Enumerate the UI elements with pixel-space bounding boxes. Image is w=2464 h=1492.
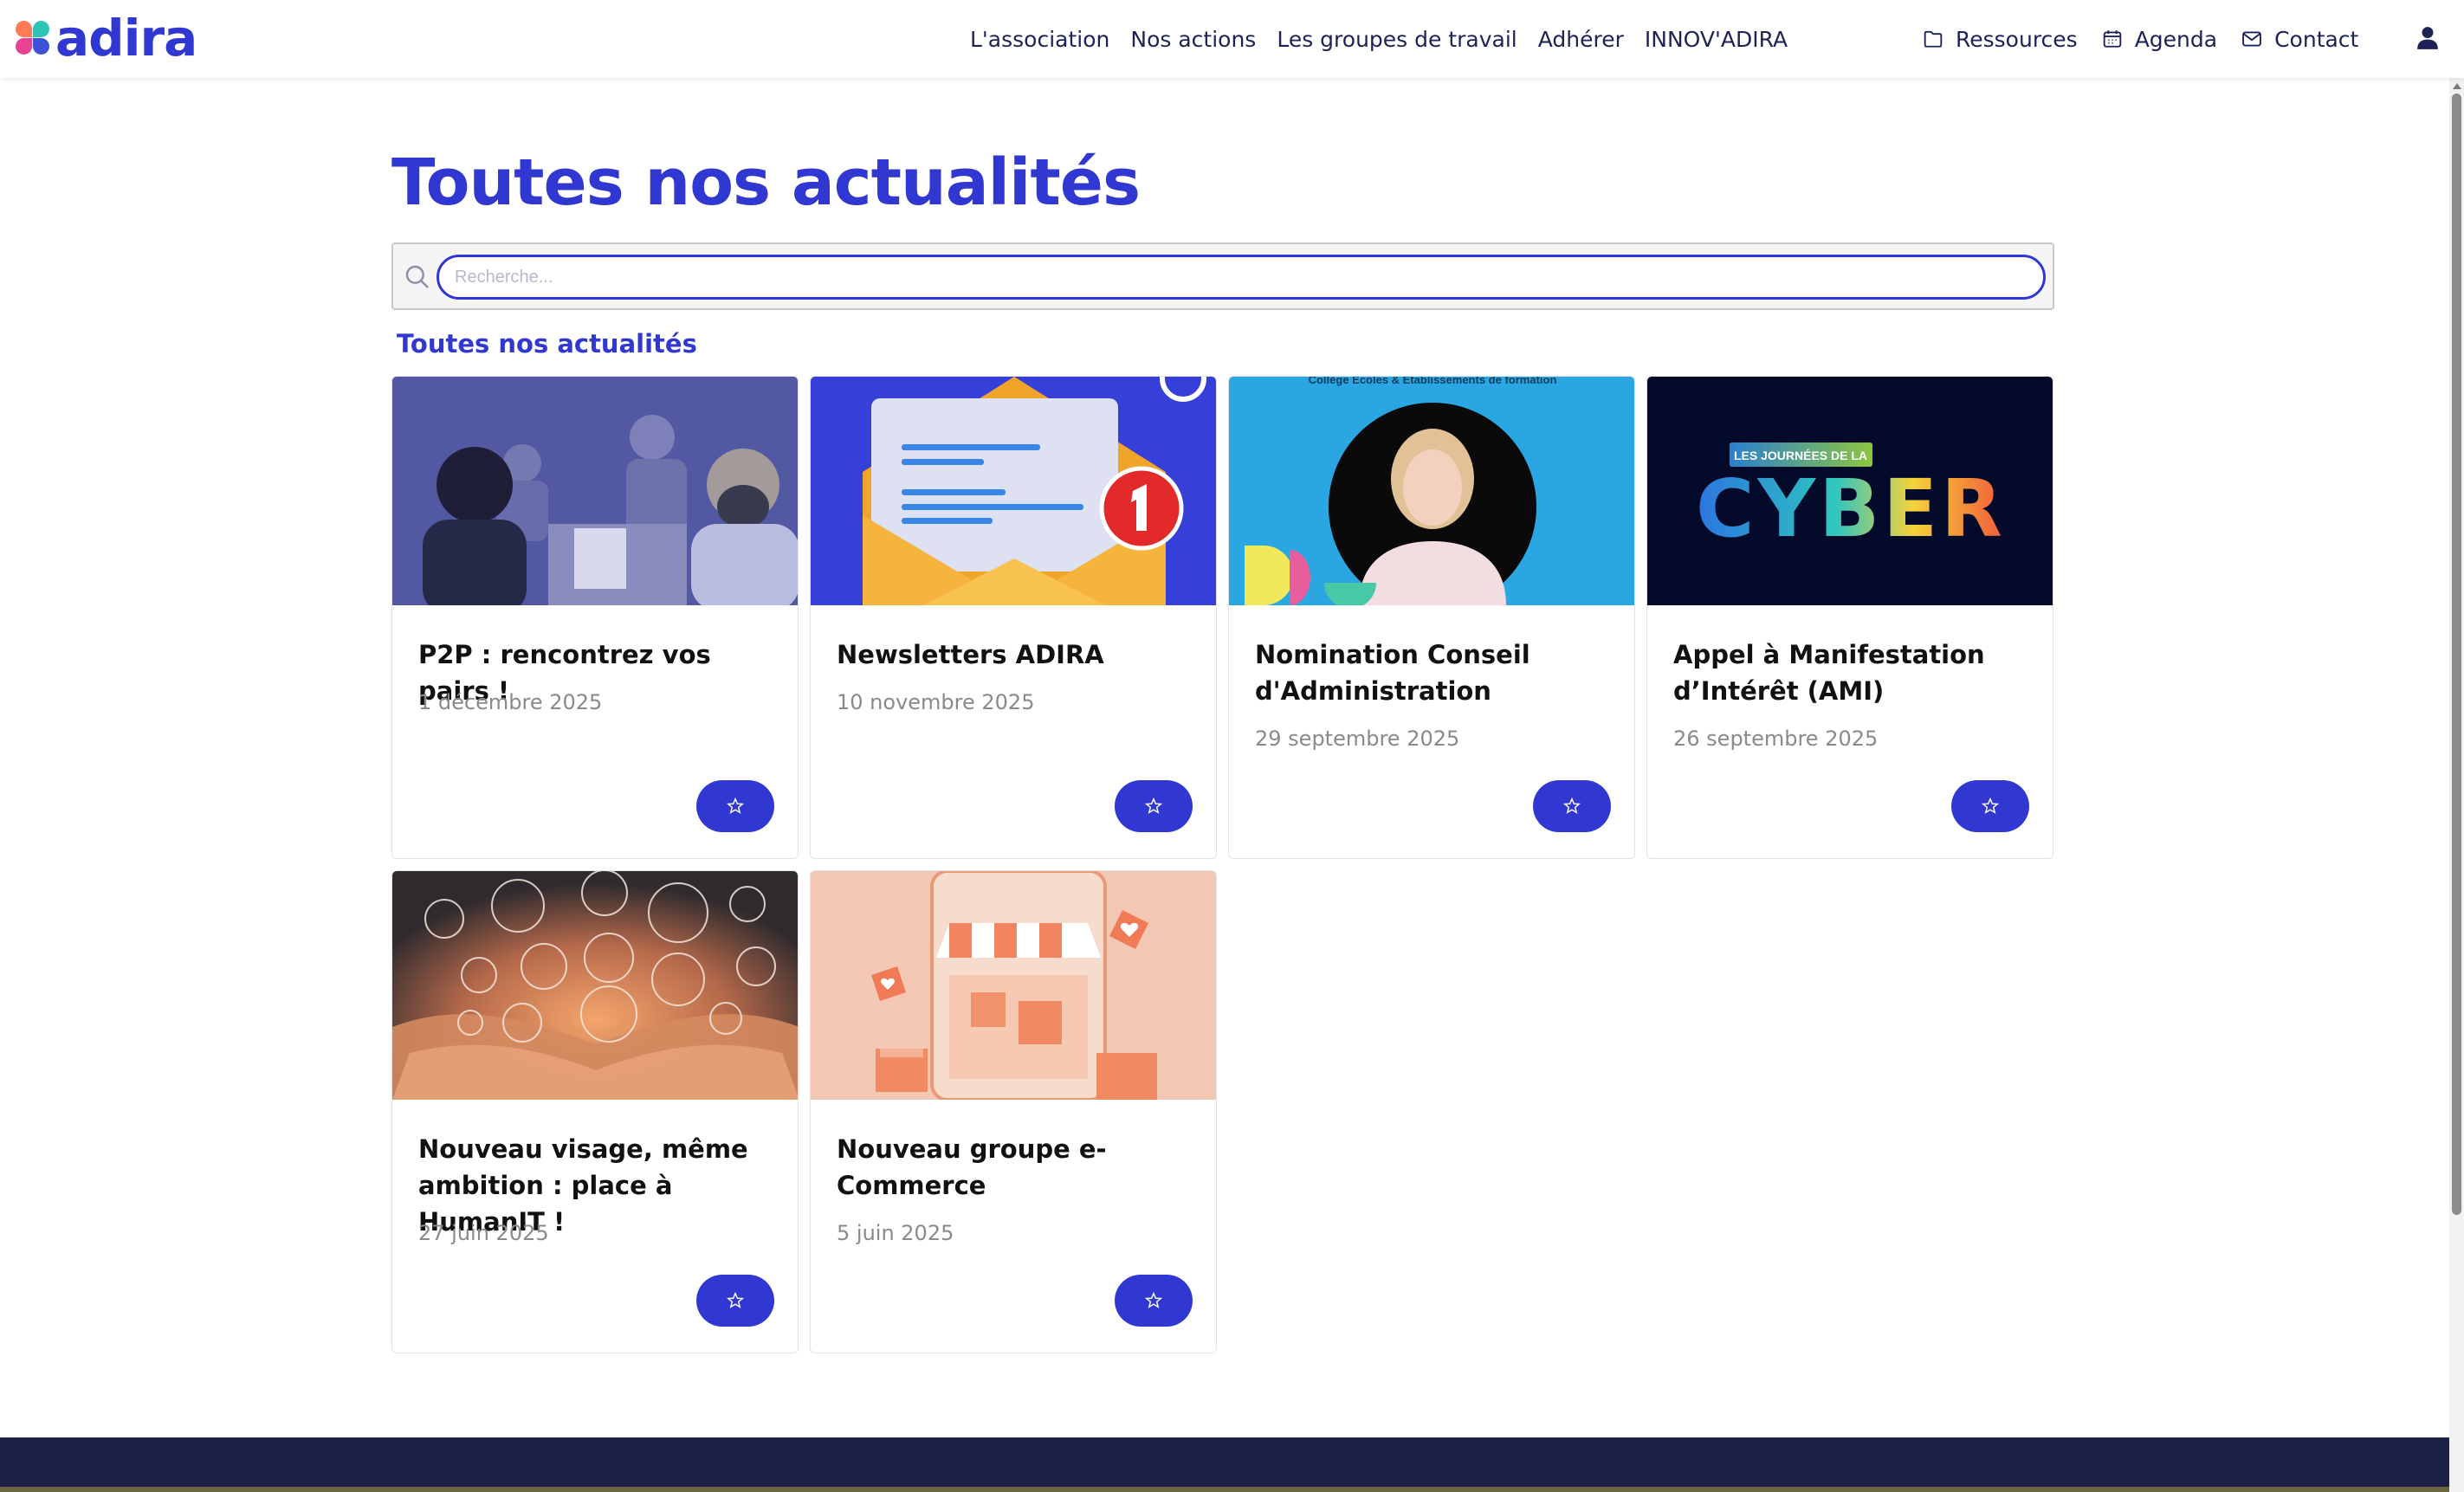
image-word: CYBER <box>1696 462 2006 555</box>
nav-ressources-label: Ressources <box>1956 26 2078 52</box>
logo-mark-icon <box>16 21 50 55</box>
card-date: 26 septembre 2025 <box>1673 727 1879 751</box>
news-card-ami[interactable]: LES JOURNÉES DE LA CYBER Appel à Manifes… <box>1646 376 2053 859</box>
nav-ressources[interactable]: Ressources <box>1921 27 2078 52</box>
nav-item-association[interactable]: L'association <box>970 27 1109 52</box>
card-image-newsletters <box>811 377 1216 605</box>
favorite-button[interactable] <box>1115 780 1193 832</box>
star-icon <box>1144 797 1163 814</box>
mail-icon <box>2242 31 2261 47</box>
favorite-button[interactable] <box>1115 1275 1193 1327</box>
search-input[interactable] <box>437 255 2046 300</box>
card-date: 10 novembre 2025 <box>837 690 1035 714</box>
nav-contact[interactable]: Contact <box>2240 27 2358 52</box>
image-tag: LES JOURNÉES DE LA <box>1734 449 1867 462</box>
site-header: adira L'association Nos actions Les grou… <box>0 0 2464 78</box>
card-image-ecommerce <box>811 871 1216 1100</box>
star-icon <box>1144 1291 1163 1308</box>
nav-item-actions[interactable]: Nos actions <box>1130 27 1256 52</box>
news-card-p2p[interactable]: P2P : rencontrez vos pairs ! 1 décembre … <box>391 376 799 859</box>
image-caption: Collège Écoles & Établissements de forma… <box>1309 377 1557 386</box>
favorite-button[interactable] <box>696 780 774 832</box>
page-title: Toutes nos actualités <box>391 145 1141 220</box>
main-nav: L'association Nos actions Les groupes de… <box>970 0 1788 78</box>
card-title[interactable]: Nouveau groupe e-Commerce <box>837 1131 1200 1204</box>
card-image-p2p <box>392 377 798 605</box>
search-icon <box>405 265 429 288</box>
card-title[interactable]: Appel à Manifestation d’Intérêt (AMI) <box>1673 636 2037 709</box>
nav-item-adherer[interactable]: Adhérer <box>1538 27 1624 52</box>
page-scrollbar[interactable] <box>2449 78 2464 1492</box>
search-bar <box>391 242 2054 310</box>
site-footer <box>0 1437 2449 1492</box>
card-date: 27 juin 2025 <box>418 1221 549 1245</box>
news-card-nomination[interactable]: Collège Écoles & Établissements de forma… <box>1228 376 1635 859</box>
favorite-button[interactable] <box>1951 780 2029 832</box>
nav-agenda-label: Agenda <box>2134 26 2218 52</box>
star-icon <box>1981 797 2000 814</box>
news-card-ecommerce[interactable]: Nouveau groupe e-Commerce 5 juin 2025 <box>810 870 1217 1353</box>
news-card-humanit[interactable]: Nouveau visage, même ambition : place à … <box>391 870 799 1353</box>
calendar-icon <box>2103 30 2121 48</box>
nav-agenda[interactable]: Agenda <box>2100 27 2217 52</box>
card-title[interactable]: Newsletters ADIRA <box>837 636 1200 673</box>
scroll-up-arrow-icon[interactable] <box>2453 83 2461 89</box>
brand-name: adira <box>55 9 197 68</box>
card-date: 1 décembre 2025 <box>418 690 603 714</box>
card-date: 5 juin 2025 <box>837 1221 954 1245</box>
star-icon <box>726 1291 745 1308</box>
card-title[interactable]: Nomination Conseil d'Administration <box>1255 636 1619 709</box>
card-image-nomination: Collège Écoles & Établissements de forma… <box>1229 377 1634 605</box>
scrollbar-thumb[interactable] <box>2452 94 2461 1215</box>
star-icon <box>726 797 745 814</box>
nav-item-groupes[interactable]: Les groupes de travail <box>1277 27 1517 52</box>
card-image-ami: LES JOURNÉES DE LA CYBER <box>1647 377 2053 605</box>
nav-contact-label: Contact <box>2274 26 2359 52</box>
news-card-newsletters[interactable]: Newsletters ADIRA 10 novembre 2025 <box>810 376 1217 859</box>
section-label: Toutes nos actualités <box>397 329 697 358</box>
folder-icon <box>1924 30 1943 48</box>
favorite-button[interactable] <box>1533 780 1611 832</box>
nav-item-innov[interactable]: INNOV'ADIRA <box>1645 27 1788 52</box>
card-date: 29 septembre 2025 <box>1255 727 1460 751</box>
favorite-button[interactable] <box>696 1275 774 1327</box>
secondary-nav: Ressources Agenda Contact <box>1921 0 2358 78</box>
user-icon[interactable] <box>2416 26 2439 50</box>
brand-logo[interactable]: adira <box>16 10 197 66</box>
star-icon <box>1562 797 1581 814</box>
card-image-humanit <box>392 871 798 1100</box>
